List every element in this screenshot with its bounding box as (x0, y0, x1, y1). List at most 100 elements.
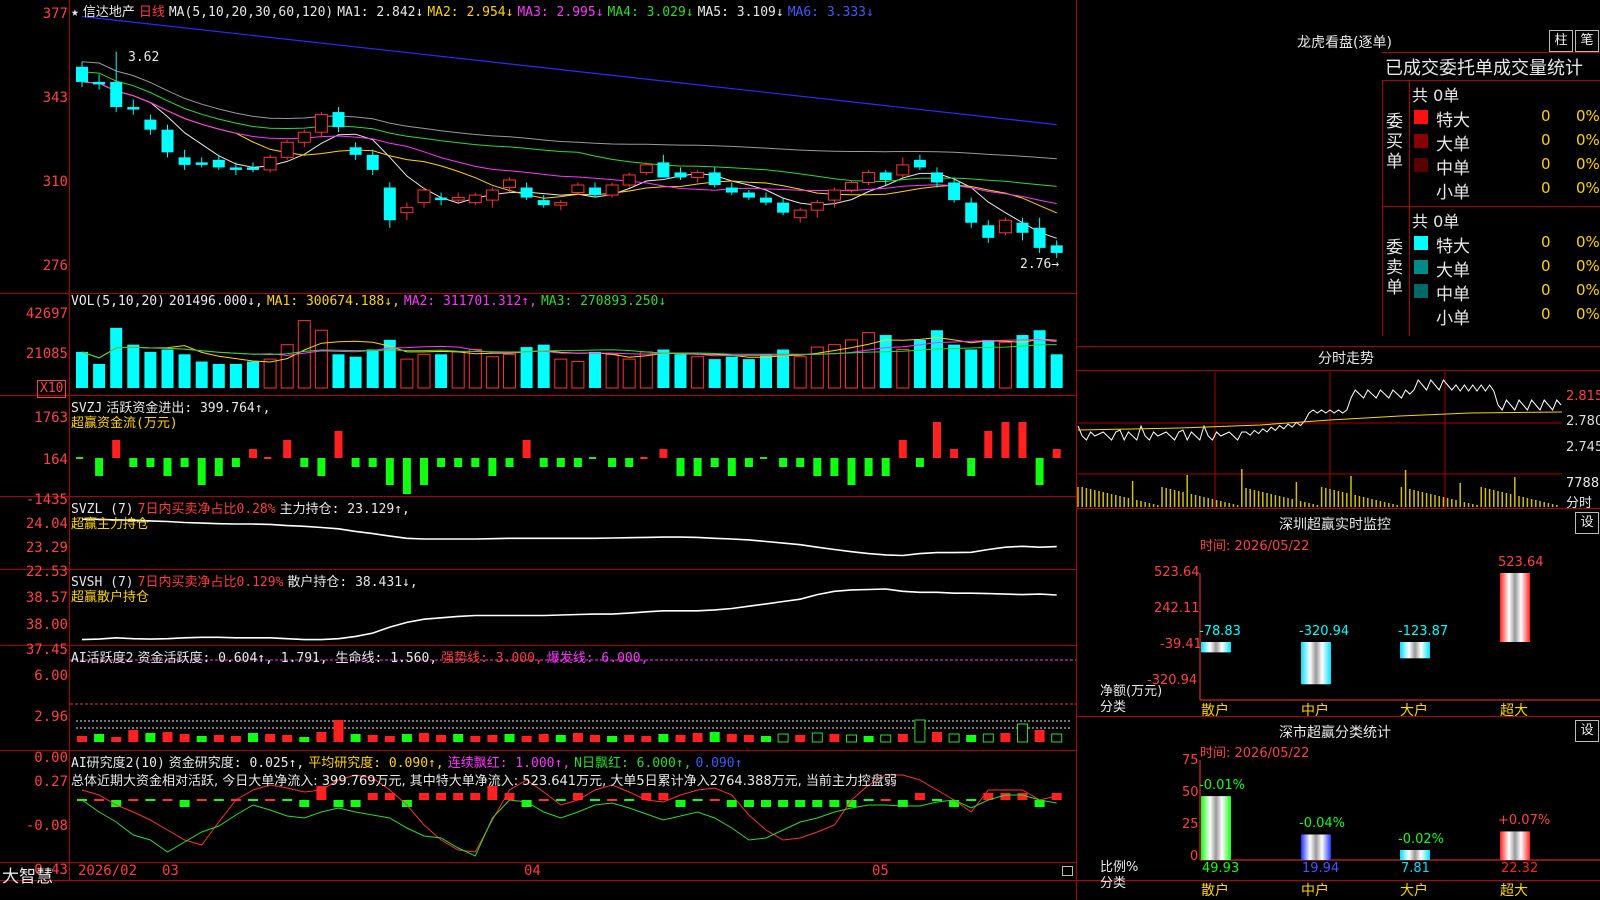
research-bar (367, 793, 378, 800)
volume-bar (247, 361, 259, 388)
candle-body (998, 219, 1012, 234)
period-label[interactable]: 日线 (139, 5, 165, 20)
flow-bar (1035, 458, 1044, 485)
flow-bar (659, 449, 668, 458)
candle-body (691, 171, 705, 178)
flow-bar (437, 458, 446, 467)
research-bar (761, 800, 771, 807)
research-bar (966, 799, 977, 801)
order-size-label: 特大 (1436, 111, 1470, 131)
svsh-ratio: 7日内买卖净占比0.129% (137, 575, 284, 590)
flow-bar (505, 458, 514, 467)
flow-bar (264, 457, 272, 459)
candle-body (760, 197, 772, 203)
candle-body (417, 189, 431, 204)
ai2-lianxu: 连续飘红: 1.000↑, (447, 756, 571, 771)
sell-total: 共 0单 (1412, 212, 1460, 231)
vol-ma-line (81, 336, 1057, 363)
cls-bar-value: 49.93 (1202, 861, 1240, 876)
research-bar (145, 799, 156, 801)
research-bar (436, 793, 447, 800)
candle-body (1050, 245, 1063, 253)
flow-bar (589, 457, 597, 459)
research-bar (932, 799, 942, 801)
flow-bar (385, 458, 394, 485)
candle-body (127, 107, 140, 110)
rp-divider (1409, 80, 1410, 336)
flow-bar (283, 440, 292, 458)
research-bar (555, 799, 566, 801)
flow-bar (898, 440, 907, 458)
flow-bar (112, 440, 121, 458)
order-count: 0 (1541, 107, 1551, 125)
intraday-axis-label: 2.780 (1566, 414, 1600, 429)
research-bar (162, 799, 173, 801)
candle-body (622, 174, 636, 186)
activity-bar (590, 735, 600, 742)
order-count: 0 (1541, 257, 1551, 275)
ai2-summary: 总体近期大资金相对活跃, 今日大单净流入: 399.769万元, 其中特大单净流… (71, 774, 897, 789)
lhb-title: 龙虎看盘(逐单) (1297, 35, 1392, 51)
ma1-line (81, 81, 1057, 239)
main-chart-canvas[interactable] (0, 0, 1076, 880)
order-count: 0 (1541, 155, 1551, 173)
order-percent: 0% (1576, 179, 1600, 197)
favorite-star-icon[interactable]: ★ (71, 5, 79, 20)
sz-settings-button[interactable]: 设 (1575, 512, 1599, 534)
stock-name[interactable]: 信达地产 (83, 5, 135, 20)
activity-bar (624, 735, 635, 742)
flow-bar (197, 458, 206, 485)
volume-bar (212, 363, 225, 388)
sz-category-label: 散户 (1201, 703, 1229, 719)
candle-body (468, 194, 482, 204)
volume-bar (435, 354, 448, 388)
volume-bar (913, 339, 926, 388)
bottom-divider (0, 880, 1600, 881)
volume-bar (451, 351, 465, 389)
vol-definition: VOL(5,10,20) (71, 294, 165, 309)
ma6-value: MA6: 3.333↓ (787, 5, 874, 20)
volume-bar (742, 359, 755, 388)
cls-bar-value: 7.81 (1401, 861, 1430, 876)
lock-icon[interactable] (1062, 866, 1073, 876)
cls-bar-change: +0.07% (1498, 813, 1551, 829)
flow-bar (1018, 422, 1027, 458)
cls-bar (1500, 831, 1530, 860)
ma6-line (81, 15, 1057, 126)
sz-axis-label: 242.11 (1154, 601, 1200, 616)
candle-body (742, 192, 755, 198)
research-bar (128, 799, 139, 801)
cls-settings-button[interactable]: 设 (1575, 720, 1599, 742)
sz-axis-label: 523.64 (1154, 565, 1200, 580)
flow-bar (556, 458, 565, 467)
sz-bar-value: -123.87 (1398, 624, 1449, 639)
order-percent: 0% (1576, 233, 1600, 251)
cls-bar-value: 19.94 (1302, 861, 1340, 876)
candle-body (451, 197, 465, 201)
candle-body (161, 129, 174, 153)
flow-bar (146, 458, 155, 467)
intraday-title: 分时走势 (1318, 351, 1374, 367)
flow-bar (402, 458, 411, 494)
ma3-value: MA3: 2.995↓ (517, 5, 604, 20)
flow-bar (864, 458, 873, 476)
order-stats-title[interactable]: 已成交委托单成交量统计 (1385, 54, 1583, 80)
candle-body (845, 181, 858, 191)
candle-body (931, 172, 943, 183)
research-bar (248, 799, 258, 801)
svsh-line (81, 588, 1057, 641)
candle-body (965, 202, 978, 223)
cls-bar (1301, 834, 1331, 860)
research-bar (675, 800, 686, 807)
order-size-label: 特大 (1436, 237, 1470, 257)
svzl-subtitle: 超赢主力持仓 (71, 517, 150, 532)
candle-body (280, 141, 294, 158)
main-right-divider (1076, 0, 1077, 900)
bar-mode-button[interactable]: 柱 (1549, 30, 1573, 52)
research-bar (299, 800, 310, 807)
vol-legend: VOL(5,10,20) 201496.000↓, MA1: 300674.188↓… (71, 294, 670, 310)
ma3-line (81, 81, 1057, 205)
activity-bar (401, 734, 412, 742)
tick-mode-button[interactable]: 笔 (1575, 30, 1599, 52)
volume-bar (948, 344, 961, 388)
